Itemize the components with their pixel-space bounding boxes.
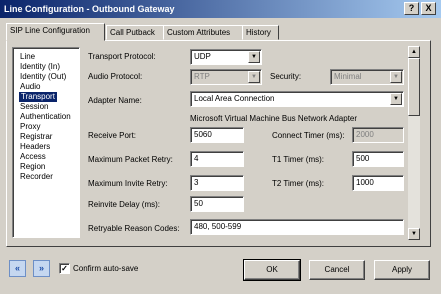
t2-timer-label: T2 Timer (ms): [272,179,324,188]
retryable-reason-codes-input[interactable]: 480, 500-599 [190,219,404,235]
chevron-down-icon[interactable]: ▼ [248,71,260,83]
scroll-up-icon[interactable]: ▲ [408,46,420,58]
connect-timer-input[interactable]: 2000 [352,127,404,143]
adapter-name-label: Adapter Name: [88,96,142,105]
list-item-session[interactable]: Session [20,102,48,112]
t1-timer-input[interactable]: 500 [352,151,404,167]
apply-button[interactable]: Apply [374,260,430,280]
chevron-down-icon[interactable]: ▼ [390,93,402,105]
double-right-arrow-icon: » [38,263,44,273]
list-item-audio[interactable]: Audio [20,82,40,92]
chevron-down-icon[interactable]: ▼ [248,51,260,63]
adapter-name-select[interactable]: Local Area Connection ▼ [190,91,404,107]
max-packet-retry-input[interactable]: 4 [190,151,244,167]
next-button[interactable]: » [33,260,50,277]
list-item-identity-out[interactable]: Identity (Out) [20,72,66,82]
tab-custom-attributes[interactable]: Custom Attributes [163,25,243,40]
transport-protocol-label: Transport Protocol: [88,52,156,61]
list-item-headers[interactable]: Headers [20,142,50,152]
receive-port-input[interactable]: 5060 [190,127,244,143]
cancel-button[interactable]: Cancel [309,260,365,280]
list-item-authentication[interactable]: Authentication [20,112,71,122]
security-select[interactable]: Minimal ▼ [330,69,404,85]
category-list[interactable]: Line Identity (In) Identity (Out) Audio … [12,47,80,238]
adapter-description: Microsoft Virtual Machine Bus Network Ad… [190,114,358,123]
max-packet-retry-label: Maximum Packet Retry: [88,155,173,164]
adapter-name-value: Local Area Connection [194,94,275,103]
security-label: Security: [270,72,302,81]
connect-timer-label: Connect Timer (ms): [272,131,345,140]
list-item-access[interactable]: Access [20,152,46,162]
transport-protocol-value: UDP [194,52,211,61]
double-left-arrow-icon: « [14,263,20,273]
help-button[interactable]: ? [404,2,419,15]
form-scrollbar[interactable]: ▲ ▼ [408,46,420,240]
reinvite-delay-label: Reinvite Delay (ms): [88,200,161,209]
list-item-line[interactable]: Line [20,52,35,62]
window-title: Line Configuration - Outbound Gateway [4,4,175,14]
checkmark-icon: ✓ [61,264,68,273]
tab-sip-line-configuration[interactable]: SIP Line Configuration [6,23,105,41]
receive-port-label: Receive Port: [88,131,137,140]
t1-timer-label: T1 Timer (ms): [272,155,324,164]
previous-button[interactable]: « [9,260,26,277]
max-invite-retry-label: Maximum Invite Retry: [88,179,168,188]
t2-timer-input[interactable]: 1000 [352,175,404,191]
list-item-identity-in[interactable]: Identity (In) [20,62,60,72]
retryable-reason-codes-label: Retryable Reason Codes: [88,224,180,233]
title-bar[interactable]: Line Configuration - Outbound Gateway [0,0,441,18]
security-value: Minimal [334,72,362,81]
audio-protocol-value: RTP [194,72,210,81]
list-item-recorder[interactable]: Recorder [20,172,53,182]
transport-protocol-select[interactable]: UDP ▼ [190,49,262,65]
list-item-region[interactable]: Region [20,162,45,172]
audio-protocol-select[interactable]: RTP ▼ [190,69,262,85]
confirm-autosave-label[interactable]: Confirm auto-save [73,264,138,273]
scroll-down-icon[interactable]: ▼ [408,228,420,240]
reinvite-delay-input[interactable]: 50 [190,196,244,212]
list-item-registrar[interactable]: Registrar [20,132,52,142]
ok-button[interactable]: OK [243,259,301,281]
line-configuration-dialog: Line Configuration - Outbound Gateway ? … [0,0,441,294]
chevron-down-icon[interactable]: ▼ [390,71,402,83]
close-button[interactable]: X [421,2,436,15]
list-item-proxy[interactable]: Proxy [20,122,40,132]
scrollbar-thumb[interactable] [408,58,420,116]
confirm-autosave-checkbox[interactable]: ✓ [59,263,70,274]
tab-history[interactable]: History [242,25,279,40]
tab-call-putback[interactable]: Call Putback [106,25,164,40]
audio-protocol-label: Audio Protocol: [88,72,143,81]
list-item-transport[interactable]: Transport [19,92,57,102]
max-invite-retry-input[interactable]: 3 [190,175,244,191]
